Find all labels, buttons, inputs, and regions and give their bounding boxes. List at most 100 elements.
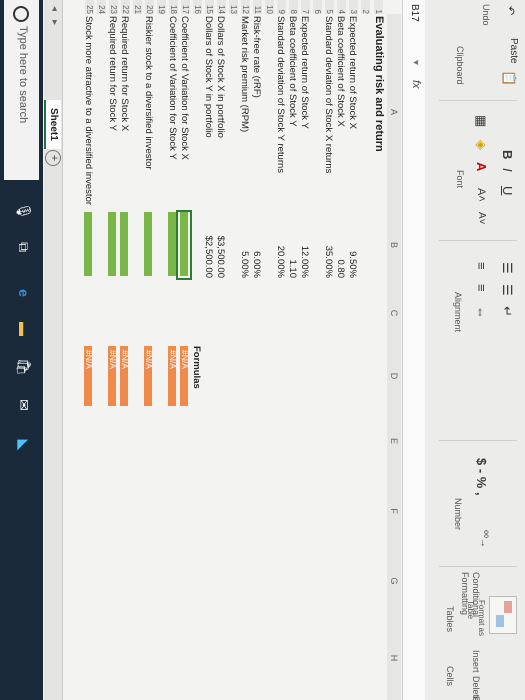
row-header[interactable]: 6	[313, 0, 322, 14]
file-explorer-icon[interactable]: ▬	[13, 318, 35, 340]
column-header-h[interactable]: H	[387, 616, 401, 700]
undo-icon[interactable]: ↶	[504, 6, 517, 15]
row-header[interactable]: 7	[301, 0, 310, 14]
cell-value[interactable]: 6.00%	[251, 210, 262, 278]
cell-label[interactable]: Risk-free rate (rRF)	[251, 16, 262, 98]
format-as-table-button[interactable]: Format as Table	[465, 600, 487, 640]
store-icon[interactable]: 🛍	[13, 356, 35, 378]
scroll-tabs-left-icon[interactable]: ◂	[49, 6, 60, 11]
cell-value[interactable]: 9.50%	[347, 210, 358, 278]
formulas-header[interactable]: Formulas	[191, 346, 202, 389]
cell-label[interactable]: Standard deviation of Stock X returns	[323, 16, 334, 173]
cell-label[interactable]: Coefficient of Variation for Stock X	[179, 16, 190, 160]
paste-button[interactable]: Paste	[508, 38, 519, 64]
mail-icon[interactable]: ✉	[13, 394, 35, 416]
column-header-g[interactable]: G	[387, 546, 401, 617]
row-header[interactable]: 8	[289, 0, 298, 14]
cell-label[interactable]: Market risk premium (RPM)	[239, 16, 250, 132]
align-middle-icon[interactable]: ☰	[499, 284, 515, 296]
borders-icon[interactable]: ▦	[473, 115, 489, 127]
row-header[interactable]: 13	[229, 0, 238, 14]
sheet-title[interactable]: Evaluating risk and return	[373, 16, 385, 152]
wrap-text-icon[interactable]: ↵	[499, 306, 515, 317]
column-header-b[interactable]: B	[387, 210, 401, 281]
column-header-a[interactable]: A	[387, 14, 401, 211]
cell-value[interactable]: 35.00%	[323, 210, 334, 278]
row-header[interactable]: 24	[97, 0, 106, 14]
sheet-tab[interactable]: Sheet1	[44, 100, 61, 149]
cell-value[interactable]: $2,500.00	[203, 210, 214, 278]
cell-label[interactable]: Expected return of Stock Y	[299, 16, 310, 129]
row-header[interactable]: 25	[85, 0, 94, 14]
cell-label[interactable]: Beta coefficient of Stock Y	[287, 16, 298, 127]
cell-value[interactable]: 5.00%	[239, 210, 250, 278]
column-header-e[interactable]: E	[387, 406, 401, 477]
decrease-font-icon[interactable]: A˅	[476, 212, 487, 225]
row-header[interactable]: 20	[145, 0, 154, 14]
decimal-icon[interactable]: ⁰⁰→	[478, 530, 489, 548]
microphone-icon[interactable]: 🎙	[13, 200, 35, 222]
cell-label[interactable]: Required return for Stock X	[119, 16, 130, 131]
row-header[interactable]: 12	[241, 0, 250, 14]
format-button[interactable]: Fo	[471, 696, 481, 700]
row-header[interactable]: 16	[193, 0, 202, 14]
clipboard-icon[interactable]: 📋	[501, 70, 517, 86]
format-as-table-icon[interactable]	[489, 596, 517, 634]
row-header[interactable]: 11	[253, 0, 262, 14]
italic-button[interactable]: I	[500, 168, 515, 172]
row-header[interactable]: 9	[277, 0, 286, 14]
task-view-icon[interactable]: ⧉	[13, 236, 35, 258]
cell-label[interactable]: Stock more attractive to a diversified i…	[83, 16, 94, 205]
row-header[interactable]: 15	[205, 0, 214, 14]
cell-value[interactable]: 1.10	[287, 210, 298, 279]
name-box-dropdown-icon[interactable]: ▾	[410, 60, 421, 65]
column-header-f[interactable]: F	[387, 476, 401, 547]
edge-icon[interactable]: e	[13, 282, 35, 304]
font-color-icon[interactable]: A	[474, 162, 489, 171]
app-icon[interactable]: ◣	[13, 434, 35, 456]
align-top-icon[interactable]: ☰	[499, 262, 515, 274]
cell-label[interactable]: Standard deviation of Stock Y returns	[275, 16, 286, 173]
cell-label[interactable]: Riskier stock to a diversified investor	[143, 16, 154, 170]
cell-label[interactable]: Beta coefficient of Stock X	[335, 16, 346, 127]
input-cell-b18[interactable]	[168, 212, 176, 276]
row-header[interactable]: 19	[157, 0, 166, 14]
name-box[interactable]: B17	[407, 4, 422, 44]
input-cell-b20[interactable]	[144, 212, 152, 276]
number-format-buttons[interactable]: $ - % ,	[474, 458, 489, 496]
underline-button[interactable]: U	[500, 186, 515, 195]
row-header[interactable]: 4	[337, 0, 346, 14]
row-header[interactable]: 1	[374, 0, 383, 14]
row-header[interactable]: 18	[169, 0, 178, 14]
scroll-tabs-right-icon[interactable]: ▸	[49, 20, 60, 25]
add-sheet-icon[interactable]: +	[45, 150, 61, 166]
row-header[interactable]: 3	[349, 0, 358, 14]
merge-icon[interactable]: ⇔	[474, 306, 489, 319]
bold-button[interactable]: B	[500, 150, 515, 159]
column-header-d[interactable]: D	[387, 346, 401, 407]
insert-button[interactable]: Insert	[471, 650, 481, 673]
column-header-c[interactable]: C	[387, 280, 401, 347]
cell-value[interactable]: $3,500.00	[215, 210, 226, 278]
taskbar-search-box[interactable]: Type here to search	[4, 0, 39, 180]
input-cell-b25[interactable]	[84, 212, 92, 276]
active-cell-b17[interactable]	[176, 210, 192, 280]
cell-label[interactable]: Coefficient of Variation for Stock Y	[167, 16, 178, 160]
cell-value[interactable]: 0.80	[335, 210, 346, 279]
align-left-icon[interactable]: ≡	[474, 262, 489, 270]
row-header[interactable]: 2	[361, 0, 370, 14]
row-header[interactable]: 14	[217, 0, 226, 14]
row-header[interactable]: 22	[121, 0, 130, 14]
cell-label[interactable]: Dollars of Stock Y in portfolio	[203, 16, 214, 138]
cell-value[interactable]: 20.00%	[275, 210, 286, 278]
cell-value[interactable]: 12.00%	[299, 210, 310, 278]
fx-icon[interactable]: fx	[410, 80, 422, 89]
cell-label[interactable]: Required return for Stock Y	[107, 16, 118, 131]
increase-font-icon[interactable]: A˄	[475, 188, 487, 202]
row-header[interactable]: 21	[133, 0, 142, 14]
fill-color-icon[interactable]: ◈	[473, 140, 489, 150]
cell-label[interactable]: Expected return of Stock X	[347, 16, 358, 129]
align-center-icon[interactable]: ≡	[474, 284, 489, 292]
row-header[interactable]: 17	[181, 0, 190, 14]
cell-label[interactable]: Dollars of Stock X in portfolio	[215, 16, 226, 138]
